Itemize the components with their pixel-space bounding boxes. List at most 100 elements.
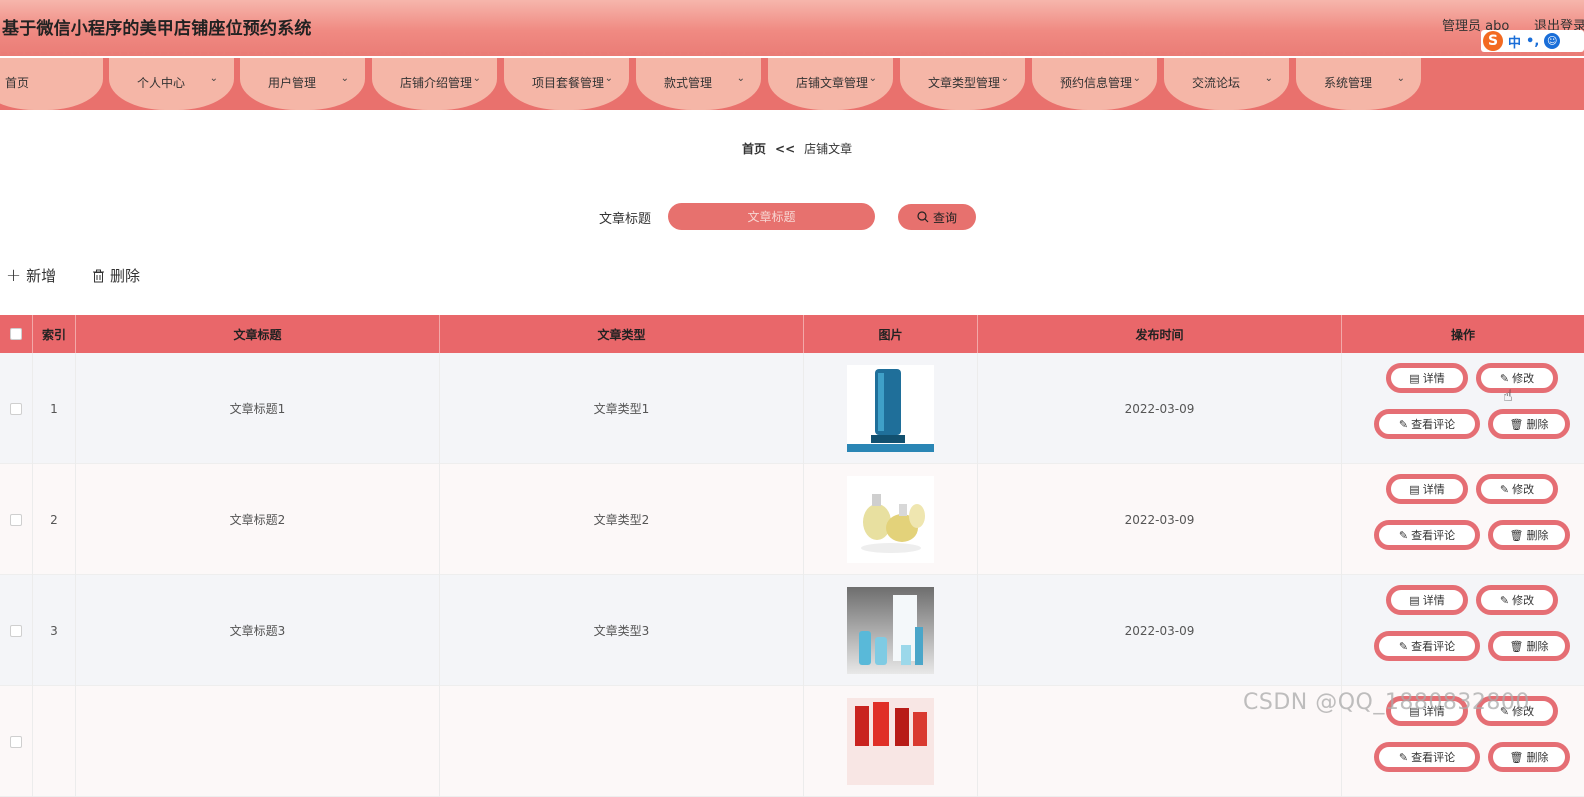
ime-punct-toggle[interactable]: •,: [1526, 34, 1539, 49]
view-comments-button[interactable]: ✎ 查看评论: [1374, 742, 1480, 772]
row-delete-button[interactable]: 🗑 删除: [1488, 409, 1570, 439]
nav-item-system[interactable]: 系统管理 ⌄: [1296, 58, 1421, 110]
row-title: 文章标题1: [76, 353, 440, 464]
row-delete-button[interactable]: 🗑 删除: [1488, 520, 1570, 550]
top-nav: 首页 个人中心 ⌄ 用户管理 ⌄ 店铺介绍管理 ⌄ 项目套餐管理 ⌄ 款式管理 …: [0, 58, 1584, 110]
breadcrumb: 首页 << 店铺文章: [742, 140, 852, 157]
nav-item-packages[interactable]: 项目套餐管理 ⌄: [504, 58, 629, 110]
nav-item-articles[interactable]: 店铺文章管理 ⌄: [768, 58, 893, 110]
table-row[interactable]: 1 文章标题1 文章类型1 2022-03-09 ▤ 详情 ✎ 修改 ✎ 查看评论 🗑 删除: [0, 353, 1584, 464]
row-select-cell[interactable]: [0, 353, 33, 464]
bulk-delete-label: 删除: [110, 267, 141, 285]
row-select-cell[interactable]: [0, 686, 33, 797]
row-checkbox[interactable]: [10, 402, 22, 415]
row-checkbox[interactable]: [10, 735, 22, 748]
nav-item-bookings[interactable]: 预约信息管理 ⌄: [1032, 58, 1157, 110]
row-type: 文章类型3: [440, 575, 804, 686]
row-checkbox[interactable]: [10, 513, 22, 526]
col-image: 图片: [804, 315, 978, 353]
nav-item-label: 交流论坛: [1192, 76, 1241, 90]
csdn-watermark: CSDN @QQ_1880832800: [1243, 690, 1530, 715]
row-delete-button[interactable]: 🗑 删除: [1488, 742, 1570, 772]
nav-item-label: 用户管理: [268, 76, 317, 90]
search-icon: [917, 211, 929, 223]
nav-item-label: 店铺介绍管理: [400, 76, 473, 90]
search-button[interactable]: 查询: [898, 204, 976, 230]
row-delete-label: 删除: [1526, 529, 1549, 542]
row-checkbox[interactable]: [10, 624, 22, 637]
add-button[interactable]: + 新增: [6, 265, 56, 286]
pencil-icon: ✎: [1398, 750, 1409, 764]
detail-label: 详情: [1422, 372, 1445, 385]
row-image[interactable]: [804, 575, 978, 686]
search-label: 文章标题: [599, 212, 652, 227]
chevron-down-icon: ⌄: [868, 73, 877, 84]
nav-item-label: 店铺文章管理: [796, 76, 869, 90]
view-comments-label: 查看评论: [1411, 640, 1456, 653]
edit-button[interactable]: ✎ 修改: [1476, 474, 1558, 504]
add-button-label: 新增: [26, 267, 57, 285]
edit-button[interactable]: ✎ 修改: [1476, 585, 1558, 615]
emoji-icon[interactable]: ☺: [1544, 33, 1561, 49]
detail-button[interactable]: ▤ 详情: [1386, 363, 1468, 393]
nav-item-home[interactable]: 首页: [0, 58, 103, 110]
row-image[interactable]: [804, 686, 978, 797]
ime-toolbar[interactable]: S 中 •, ☺: [1481, 30, 1584, 52]
plus-icon: +: [6, 265, 22, 286]
detail-button[interactable]: ▤ 详情: [1386, 585, 1468, 615]
view-comments-button[interactable]: ✎ 查看评论: [1374, 520, 1480, 550]
pencil-icon: ✎: [1398, 417, 1409, 431]
row-actions: ▤ 详情 ✎ 修改 ✎ 查看评论 🗑 删除: [1342, 464, 1584, 575]
hand-cursor-icon: ☝: [1503, 386, 1513, 405]
nav-item-profile[interactable]: 个人中心 ⌄: [109, 58, 234, 110]
row-delete-label: 删除: [1526, 751, 1549, 764]
trash-icon: 🗑: [1509, 639, 1524, 653]
search-input[interactable]: [668, 203, 875, 230]
header-select-all[interactable]: [0, 315, 33, 353]
breadcrumb-home[interactable]: 首页: [742, 142, 766, 156]
view-comments-button[interactable]: ✎ 查看评论: [1374, 409, 1480, 439]
edit-label: 修改: [1512, 372, 1535, 385]
table-row[interactable]: 3 文章标题3 文章类型3 2022-03-09 ▤ 详情 ✎ 修改 ✎ 查看评论 🗑 删除: [0, 575, 1584, 686]
chevron-down-icon: ⌄: [1396, 73, 1405, 84]
col-actions: 操作: [1450, 327, 1475, 342]
row-type: 文章类型1: [440, 353, 804, 464]
breadcrumb-current: 店铺文章: [804, 142, 853, 156]
document-icon: ▤: [1409, 371, 1420, 385]
trash-icon: 🗑: [1509, 750, 1524, 764]
select-all-checkbox[interactable]: [10, 328, 22, 340]
chevron-down-icon: ⌄: [340, 73, 349, 84]
nav-item-shop-intro[interactable]: 店铺介绍管理 ⌄: [372, 58, 497, 110]
trash-icon: [93, 269, 104, 282]
document-icon: ▤: [1409, 593, 1420, 607]
row-select-cell[interactable]: [0, 464, 33, 575]
col-date: 发布时间: [978, 315, 1342, 353]
view-comments-label: 查看评论: [1411, 751, 1456, 764]
row-select-cell[interactable]: [0, 575, 33, 686]
edit-button[interactable]: ✎ 修改: [1476, 363, 1558, 393]
table-row[interactable]: 2 文章标题2 文章类型2 2022-03-09 ▤ 详情 ✎ 修改 ✎ 查看评论 🗑 删除: [0, 464, 1584, 575]
row-image[interactable]: [804, 464, 978, 575]
nav-item-styles[interactable]: 款式管理 ⌄: [636, 58, 761, 110]
row-image[interactable]: [804, 353, 978, 464]
nav-item-article-types[interactable]: 文章类型管理 ⌄: [900, 58, 1025, 110]
row-delete-label: 删除: [1526, 640, 1549, 653]
edit-label: 修改: [1512, 594, 1535, 607]
ime-lang-toggle[interactable]: 中: [1508, 32, 1521, 51]
row-date: 2022-03-09: [978, 575, 1342, 686]
detail-button[interactable]: ▤ 详情: [1386, 474, 1468, 504]
pencil-icon: ✎: [1499, 371, 1510, 385]
nav-item-forum[interactable]: 交流论坛 ⌄: [1164, 58, 1289, 110]
col-index: 索引: [33, 315, 76, 353]
chevron-down-icon: ⌄: [472, 73, 481, 84]
app-title: 基于微信小程序的美甲店铺座位预约系统: [2, 19, 312, 39]
bulk-delete-button[interactable]: 删除: [92, 265, 140, 286]
chevron-down-icon: ⌄: [209, 73, 218, 84]
nav-item-users[interactable]: 用户管理 ⌄: [240, 58, 365, 110]
breadcrumb-separator: <<: [775, 142, 796, 156]
row-index: 1: [33, 353, 76, 464]
view-comments-button[interactable]: ✎ 查看评论: [1374, 631, 1480, 661]
row-delete-button[interactable]: 🗑 删除: [1488, 631, 1570, 661]
pencil-icon: ✎: [1398, 528, 1409, 542]
edit-label: 修改: [1512, 483, 1535, 496]
